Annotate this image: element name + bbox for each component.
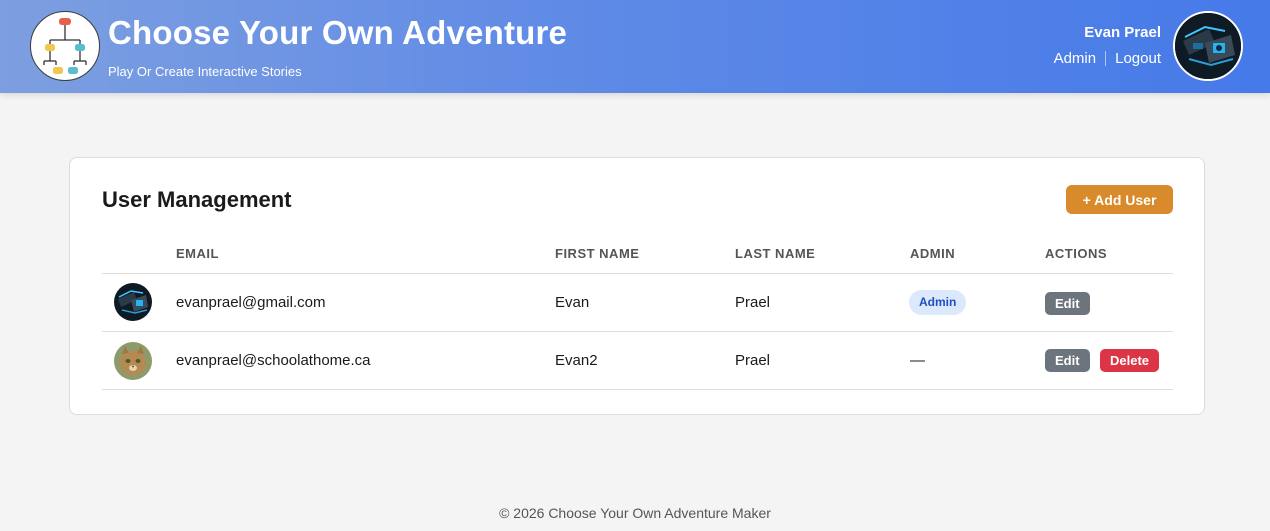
- delete-user-button[interactable]: Delete: [1100, 349, 1160, 372]
- page-title: User Management: [102, 187, 292, 212]
- app-title: Choose Your Own Adventure: [108, 14, 568, 51]
- column-header-actions: ACTIONS: [1045, 246, 1107, 261]
- column-header-email: EMAIL: [176, 246, 219, 261]
- user-email: evanprael@gmail.com: [176, 294, 326, 311]
- admin-badge: Admin: [909, 290, 967, 315]
- footer-copyright: © 2026 Choose Your Own Adventure Maker: [499, 505, 771, 521]
- current-user-name: Evan Prael: [1084, 24, 1161, 41]
- add-user-button[interactable]: + Add User: [1066, 185, 1173, 214]
- cat-avatar-icon: [114, 342, 152, 380]
- admin-status: —: [910, 352, 925, 369]
- edit-user-button[interactable]: Edit: [1045, 292, 1090, 315]
- app-subtitle: Play Or Create Interactive Stories: [108, 64, 302, 79]
- flowchart-icon[interactable]: [30, 11, 100, 81]
- user-first-name: Evan: [555, 294, 590, 311]
- table-divider: [102, 331, 1173, 332]
- table-divider: [102, 389, 1173, 390]
- robot-avatar-icon[interactable]: [1173, 11, 1243, 81]
- logout-link[interactable]: Logout: [1115, 50, 1161, 67]
- app-header: Choose Your Own Adventure Play Or Create…: [0, 0, 1270, 93]
- robot-avatar-icon: [114, 283, 152, 321]
- user-last-name: Prael: [735, 352, 771, 369]
- column-header-last-name: LAST NAME: [735, 246, 816, 261]
- column-header-admin: ADMIN: [910, 246, 956, 261]
- user-email: evanprael@schoolathome.ca: [176, 352, 371, 369]
- column-header-first-name: FIRST NAME: [555, 246, 640, 261]
- link-divider: [1105, 51, 1107, 66]
- table-divider: [102, 273, 1173, 274]
- admin-link[interactable]: Admin: [1054, 50, 1097, 67]
- user-last-name: Prael: [735, 294, 771, 311]
- edit-user-button[interactable]: Edit: [1045, 349, 1090, 372]
- user-links: Admin Logout: [1054, 50, 1161, 67]
- user-first-name: Evan2: [555, 352, 598, 369]
- user-management-card: User Management + Add User EMAIL FIRST N…: [69, 157, 1205, 415]
